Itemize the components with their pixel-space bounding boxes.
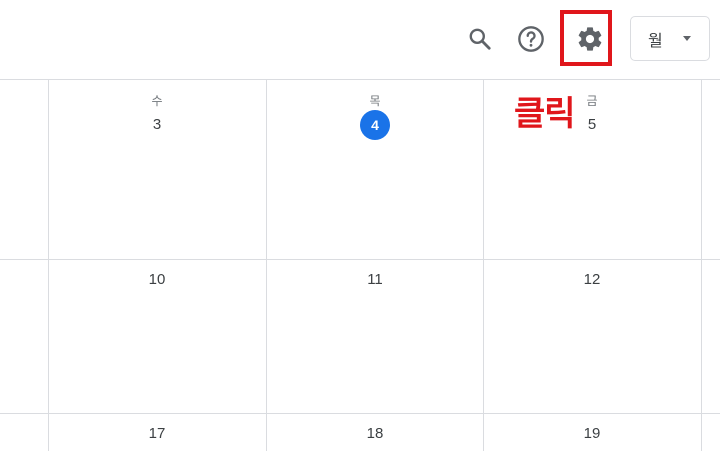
column-divider — [483, 79, 484, 451]
settings-highlight-box — [560, 10, 612, 66]
day-cell-date[interactable]: 3 — [137, 116, 177, 133]
caret-down-icon — [683, 36, 691, 41]
day-cell-date[interactable]: 11 — [355, 271, 395, 288]
day-cell-date[interactable]: 18 — [355, 425, 395, 442]
week-divider — [0, 259, 720, 260]
view-select-value: 월 — [648, 32, 663, 50]
header-divider — [0, 79, 720, 80]
day-cell-date[interactable]: 17 — [137, 425, 177, 442]
today-date-badge[interactable]: 4 — [360, 110, 390, 140]
column-divider — [266, 79, 267, 451]
column-divider — [48, 79, 49, 451]
weekday-label-fri: 금 — [586, 94, 598, 108]
view-select-dropdown[interactable]: 월 — [630, 16, 710, 61]
search-button[interactable] — [464, 23, 496, 55]
weekday-label-thu: 목 — [369, 94, 381, 108]
day-cell-date[interactable]: 19 — [572, 425, 612, 442]
day-cell-date[interactable]: 12 — [572, 271, 612, 288]
column-divider — [701, 79, 702, 451]
top-bar: 월 — [0, 0, 720, 79]
click-annotation: 클릭 — [514, 94, 576, 134]
help-icon — [518, 26, 544, 52]
week-divider — [0, 413, 720, 414]
help-button[interactable] — [515, 23, 547, 55]
weekday-label-wed: 수 — [151, 94, 163, 108]
search-icon — [469, 28, 491, 50]
day-cell-date[interactable]: 5 — [572, 116, 612, 133]
day-cell-date[interactable]: 10 — [137, 271, 177, 288]
